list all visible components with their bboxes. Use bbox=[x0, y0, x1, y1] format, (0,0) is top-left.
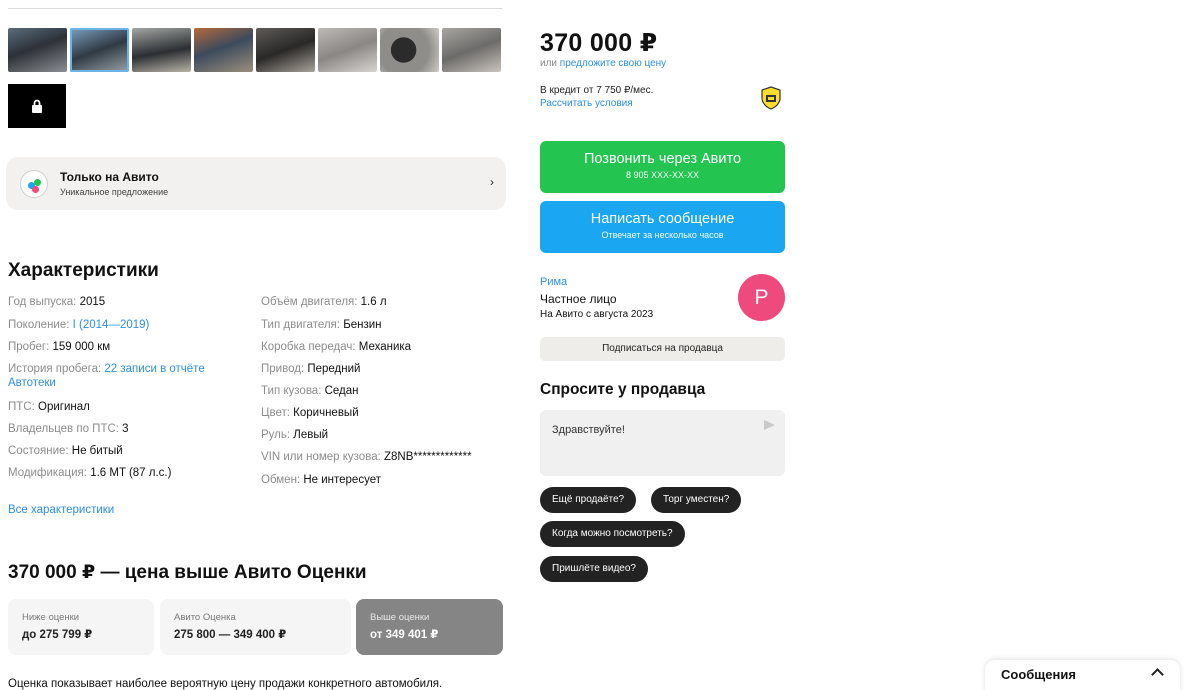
photo-gallery-thumbnails bbox=[8, 28, 501, 72]
eval-above-value: от 349 401 ₽ bbox=[370, 629, 439, 641]
call-button-label: Позвонить через Авито bbox=[583, 151, 742, 167]
gallery-thumbnail[interactable] bbox=[380, 28, 439, 72]
gallery-thumbnail[interactable] bbox=[194, 28, 253, 72]
credit-text: В кредит от 7 750 ₽/мес. bbox=[540, 85, 654, 96]
locked-content-button[interactable] bbox=[8, 84, 66, 128]
call-button-phone: 8 905 XXX-XX-XX bbox=[625, 170, 700, 180]
eval-below-label: Ниже оценки bbox=[22, 612, 80, 623]
spec-gearbox: Коробка передач: Механика bbox=[261, 341, 412, 353]
promo-subtitle: Уникальное предложение bbox=[60, 187, 169, 197]
gallery-thumbnail[interactable] bbox=[318, 28, 377, 72]
eval-avito-value: 275 800 — 349 400 ₽ bbox=[174, 629, 287, 641]
send-icon[interactable] bbox=[764, 420, 775, 430]
message-button[interactable]: Написать сообщение Отвечает за несколько… bbox=[540, 201, 785, 253]
spec-mileage-history: История пробега: 22 записи в отчёте Авто… bbox=[8, 363, 205, 389]
messenger-label: Сообщения bbox=[1001, 667, 1076, 682]
top-divider bbox=[8, 8, 502, 9]
eval-below: Ниже оценки до 275 799 ₽ bbox=[8, 599, 154, 655]
quick-question-chip[interactable]: Ещё продаёте? bbox=[540, 487, 637, 513]
calculate-credit-link[interactable]: Рассчитать условия bbox=[540, 98, 653, 109]
offer-line: или предложите свою цену bbox=[540, 58, 667, 69]
gallery-thumbnail[interactable] bbox=[8, 28, 67, 72]
gallery-thumbnail[interactable] bbox=[256, 28, 315, 72]
spec-owners: Владельцев по ПТС: 3 bbox=[8, 423, 129, 435]
eval-above-label: Выше оценки bbox=[370, 612, 430, 623]
spec-drive: Привод: Передний bbox=[261, 363, 361, 375]
ask-seller-title: Спросите у продавца bbox=[540, 381, 706, 398]
message-button-sub: Отвечает за несколько часов bbox=[601, 230, 724, 240]
only-on-avito-banner[interactable]: Только на Авито Уникальное предложение › bbox=[6, 157, 506, 210]
spec-steering: Руль: Левый bbox=[261, 429, 329, 441]
spec-body-type: Тип кузова: Седан bbox=[261, 385, 359, 397]
eval-avito: Авито Оценка 275 800 — 349 400 ₽ bbox=[160, 599, 351, 655]
gallery-thumbnail[interactable] bbox=[132, 28, 191, 72]
eval-above: Выше оценки от 349 401 ₽ bbox=[356, 599, 503, 655]
spec-modification: Модификация: 1.6 MT (87 л.с.) bbox=[8, 467, 172, 479]
spec-vin: VIN или номер кузова: Z8NB************* bbox=[261, 451, 472, 463]
credit-info: В кредит от 7 750 ₽/мес. Рассчитать усло… bbox=[540, 85, 653, 109]
spec-pts: ПТС: Оригинал bbox=[8, 401, 90, 413]
spec-engine-type: Тип двигателя: Бензин bbox=[261, 319, 382, 331]
spec-exchange: Обмен: Не интересует bbox=[261, 474, 381, 486]
messenger-panel[interactable]: Сообщения bbox=[985, 660, 1180, 690]
gallery-thumbnail[interactable] bbox=[442, 28, 501, 72]
specs-title: Характеристики bbox=[8, 260, 159, 281]
spec-generation: Поколение: I (2014—2019) bbox=[8, 319, 150, 331]
seller-since: На Авито с августа 2023 bbox=[540, 309, 654, 320]
promo-icon bbox=[20, 169, 48, 198]
chevron-up-icon[interactable] bbox=[1151, 668, 1164, 681]
quick-question-chip[interactable]: Когда можно посмотреть? bbox=[540, 521, 685, 547]
ask-message-input[interactable] bbox=[552, 424, 742, 436]
subscribe-button[interactable]: Подписаться на продавца bbox=[540, 337, 785, 361]
spec-color: Цвет: Коричневый bbox=[261, 407, 359, 419]
call-button[interactable]: Позвонить через Авито 8 905 XXX-XX-XX bbox=[540, 141, 785, 193]
quick-question-chip[interactable]: Пришлёте видео? bbox=[540, 556, 648, 582]
avatar[interactable]: P bbox=[738, 274, 785, 321]
price: 370 000 ₽ bbox=[540, 29, 658, 57]
price-evaluation-title: 370 000 ₽ — цена выше Авито Оценки bbox=[8, 562, 367, 583]
spec-mileage: Пробег: 159 000 км bbox=[8, 341, 111, 353]
seller-name-link[interactable]: Рима bbox=[540, 276, 567, 288]
generation-link[interactable]: I (2014—2019) bbox=[73, 319, 150, 331]
bank-logo-icon bbox=[761, 86, 781, 110]
all-specs-link[interactable]: Все характеристики bbox=[8, 504, 114, 516]
ask-message-box bbox=[540, 410, 785, 476]
evaluation-note: Оценка показывает наиболее вероятную цен… bbox=[8, 678, 443, 690]
quick-question-chip[interactable]: Торг уместен? bbox=[651, 487, 742, 513]
seller-type: Частное лицо bbox=[540, 292, 617, 306]
eval-avito-label: Авито Оценка bbox=[174, 612, 236, 623]
offer-price-link[interactable]: предложите свою цену bbox=[560, 58, 666, 69]
chevron-right-icon: › bbox=[490, 175, 494, 189]
lock-icon bbox=[32, 99, 42, 113]
spec-condition: Состояние: Не битый bbox=[8, 445, 123, 457]
spec-engine-volume: Объём двигателя: 1.6 л bbox=[261, 296, 387, 308]
promo-title: Только на Авито bbox=[60, 170, 159, 184]
gallery-thumbnail-selected[interactable] bbox=[70, 28, 129, 72]
eval-below-value: до 275 799 ₽ bbox=[22, 629, 93, 641]
spec-year: Год выпуска: 2015 bbox=[8, 296, 106, 308]
message-button-label: Написать сообщение bbox=[590, 211, 735, 227]
